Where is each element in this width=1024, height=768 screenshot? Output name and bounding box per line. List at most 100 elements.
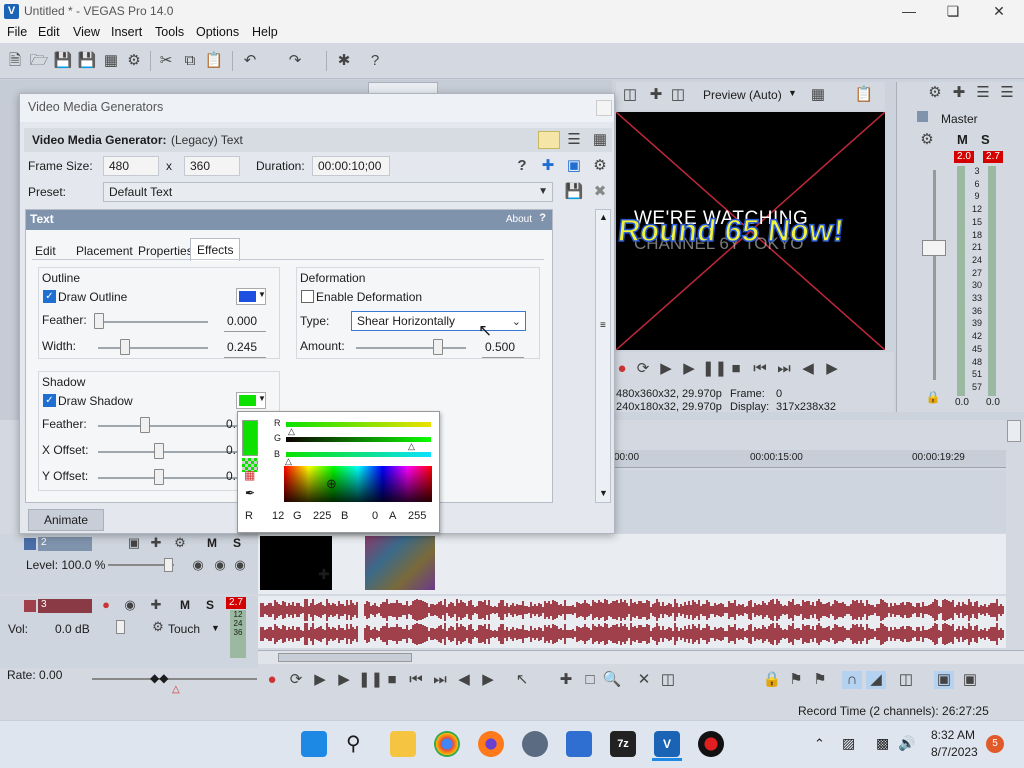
mixer-fx-small-icon[interactable]: ⚙ [917, 131, 937, 149]
external-monitor-icon[interactable]: ◫ [668, 86, 688, 104]
view-grid-icon[interactable]: ▦ [590, 131, 610, 149]
start-icon[interactable] [301, 731, 327, 757]
outline-width-value[interactable]: 0.245 [224, 338, 266, 358]
delete-icon[interactable]: ✕ [634, 671, 654, 689]
clock-date[interactable]: 8/7/2023 [931, 745, 978, 759]
deformation-amount-handle[interactable] [433, 339, 443, 355]
render-icon[interactable]: ▦ [101, 52, 121, 70]
dialog-close-button[interactable] [596, 100, 612, 116]
properties-gear-icon[interactable]: ⚙ [124, 52, 144, 70]
touch-dropdown[interactable]: Touch [168, 622, 200, 636]
outline-width-slider[interactable] [98, 347, 208, 349]
arm-record-icon[interactable]: ● [96, 596, 116, 614]
stop-transport-icon[interactable]: ■ [382, 671, 402, 689]
save-icon[interactable]: 💾 [53, 52, 73, 70]
delete-preset-icon[interactable]: ✖ [590, 183, 610, 201]
shadow-feather-value[interactable]: 0. [226, 417, 236, 431]
split-screen-icon[interactable]: ✚ [646, 86, 666, 104]
rate-slider[interactable] [92, 678, 257, 680]
go-to-start-icon[interactable]: ⏮ [750, 360, 770, 378]
effects-icon[interactable]: ◉ [230, 556, 250, 574]
shadow-x-offset-slider[interactable] [98, 451, 238, 453]
shadow-x-offset-value[interactable]: 0. [226, 443, 236, 457]
display-icon[interactable]: ▩ [876, 735, 889, 752]
draw-outline-checkbox[interactable]: ✓ [43, 290, 56, 303]
mixer-fx-icon[interactable]: ✚ [949, 84, 969, 102]
plugin-icon[interactable]: ✱ [334, 52, 354, 70]
chrome-icon[interactable] [434, 731, 460, 757]
start-transport-icon[interactable]: ⏮ [406, 671, 426, 689]
menu-view[interactable]: View [73, 25, 100, 39]
frame-width-input[interactable]: 480 [103, 156, 159, 176]
track-fx-icon[interactable]: ⚙ [170, 534, 190, 552]
vol-slider-handle[interactable] [116, 620, 125, 634]
zoom-tool-icon[interactable]: 🔍 [602, 671, 622, 689]
help-icon[interactable]: ? [365, 52, 385, 70]
deformation-amount-value[interactable]: 0.500 [482, 338, 524, 358]
outline-feather-handle[interactable] [94, 313, 104, 329]
obs-record-icon[interactable] [698, 731, 724, 757]
loop-icon[interactable]: ⟳ [633, 360, 653, 378]
shadow-y-offset-handle[interactable] [154, 469, 164, 485]
dialog-help-icon[interactable]: ? [512, 157, 532, 175]
end-transport-icon[interactable]: ⏭ [430, 671, 450, 689]
frame-height-input[interactable]: 360 [184, 156, 240, 176]
green-channel-handle[interactable]: △ [408, 441, 415, 452]
red-channel-slider[interactable] [286, 422, 431, 427]
shadow-feather-handle[interactable] [140, 417, 150, 433]
preview-quality-dropdown[interactable]: Preview (Auto) [703, 88, 782, 102]
menu-edit[interactable]: Edit [38, 25, 60, 39]
post-edit-ripple-icon[interactable]: ▣ [960, 671, 980, 689]
play-from-start-icon[interactable]: ▶ [656, 360, 676, 378]
copy-icon[interactable]: ⧉ [180, 52, 200, 70]
pan-crop-icon[interactable]: ✚ [146, 534, 166, 552]
selection-tool-icon[interactable]: □ [580, 671, 600, 689]
normal-edit-tool-icon[interactable]: ↖ [512, 671, 532, 689]
eyedropper-icon[interactable]: ✒ [245, 486, 255, 500]
open-icon[interactable]: 🗁 [29, 52, 49, 70]
solo-button[interactable]: S [981, 132, 990, 147]
minimize-icon[interactable]: — [898, 2, 920, 20]
prev-frame-icon[interactable]: ◀ [798, 360, 818, 378]
phase-icon[interactable]: ◉ [120, 596, 140, 614]
red-channel-handle[interactable]: △ [288, 426, 295, 437]
rgba-a-value[interactable]: 255 [408, 510, 426, 522]
record-transport-icon[interactable]: ● [262, 671, 282, 689]
level-slider-handle[interactable] [164, 558, 173, 572]
draw-shadow-checkbox[interactable]: ✓ [43, 394, 56, 407]
play-transport-icon[interactable]: ▶ [334, 671, 354, 689]
play-icon[interactable]: ▶ [679, 360, 699, 378]
deformation-type-dropdown[interactable]: Shear Horizontally ⌄ [351, 311, 526, 331]
view-list-icon[interactable] [538, 131, 560, 149]
next-frame-transport-icon[interactable]: ▶ [478, 671, 498, 689]
scroll-grip-icon[interactable]: ≡ [600, 320, 606, 331]
notepad-icon[interactable] [566, 731, 592, 757]
network-icon[interactable]: ▨ [842, 735, 855, 752]
menu-help[interactable]: Help [252, 25, 278, 39]
lock-icon[interactable]: 🔒 [923, 388, 943, 406]
track-motion-icon[interactable]: ▣ [124, 534, 144, 552]
snapping-icon[interactable]: ∩ [842, 671, 862, 689]
shadow-y-offset-slider[interactable] [98, 477, 238, 479]
parent-icon[interactable]: ◉ [210, 556, 230, 574]
save-as-icon[interactable]: 💾 [77, 52, 97, 70]
stop-icon[interactable]: ■ [726, 360, 746, 378]
plugin-chain-icon[interactable]: ▣ [564, 157, 584, 175]
shadow-x-offset-handle[interactable] [154, 443, 164, 459]
video-mute-button[interactable]: M [207, 536, 217, 550]
go-to-end-icon[interactable]: ⏭ [774, 360, 794, 378]
grouping-icon[interactable]: ◫ [896, 671, 916, 689]
save-preset-icon[interactable]: 💾 [564, 183, 584, 201]
firefox-icon[interactable] [478, 731, 504, 757]
settings-icon[interactable] [522, 731, 548, 757]
pause-icon[interactable]: ❚❚ [702, 360, 727, 378]
region-icon[interactable]: ⚑ [810, 671, 830, 689]
palette-icon[interactable]: ▦ [244, 468, 255, 482]
about-link[interactable]: About [506, 214, 532, 225]
video-event-clip[interactable] [365, 536, 435, 590]
shadow-color-picker[interactable]: ▼ [236, 392, 266, 409]
rgba-g-value[interactable]: 225 [313, 510, 331, 522]
view-details-icon[interactable]: ☰ [564, 131, 584, 149]
chevron-up-icon[interactable]: ⌃ [814, 736, 825, 752]
play-from-start-transport-icon[interactable]: ▶ [310, 671, 330, 689]
